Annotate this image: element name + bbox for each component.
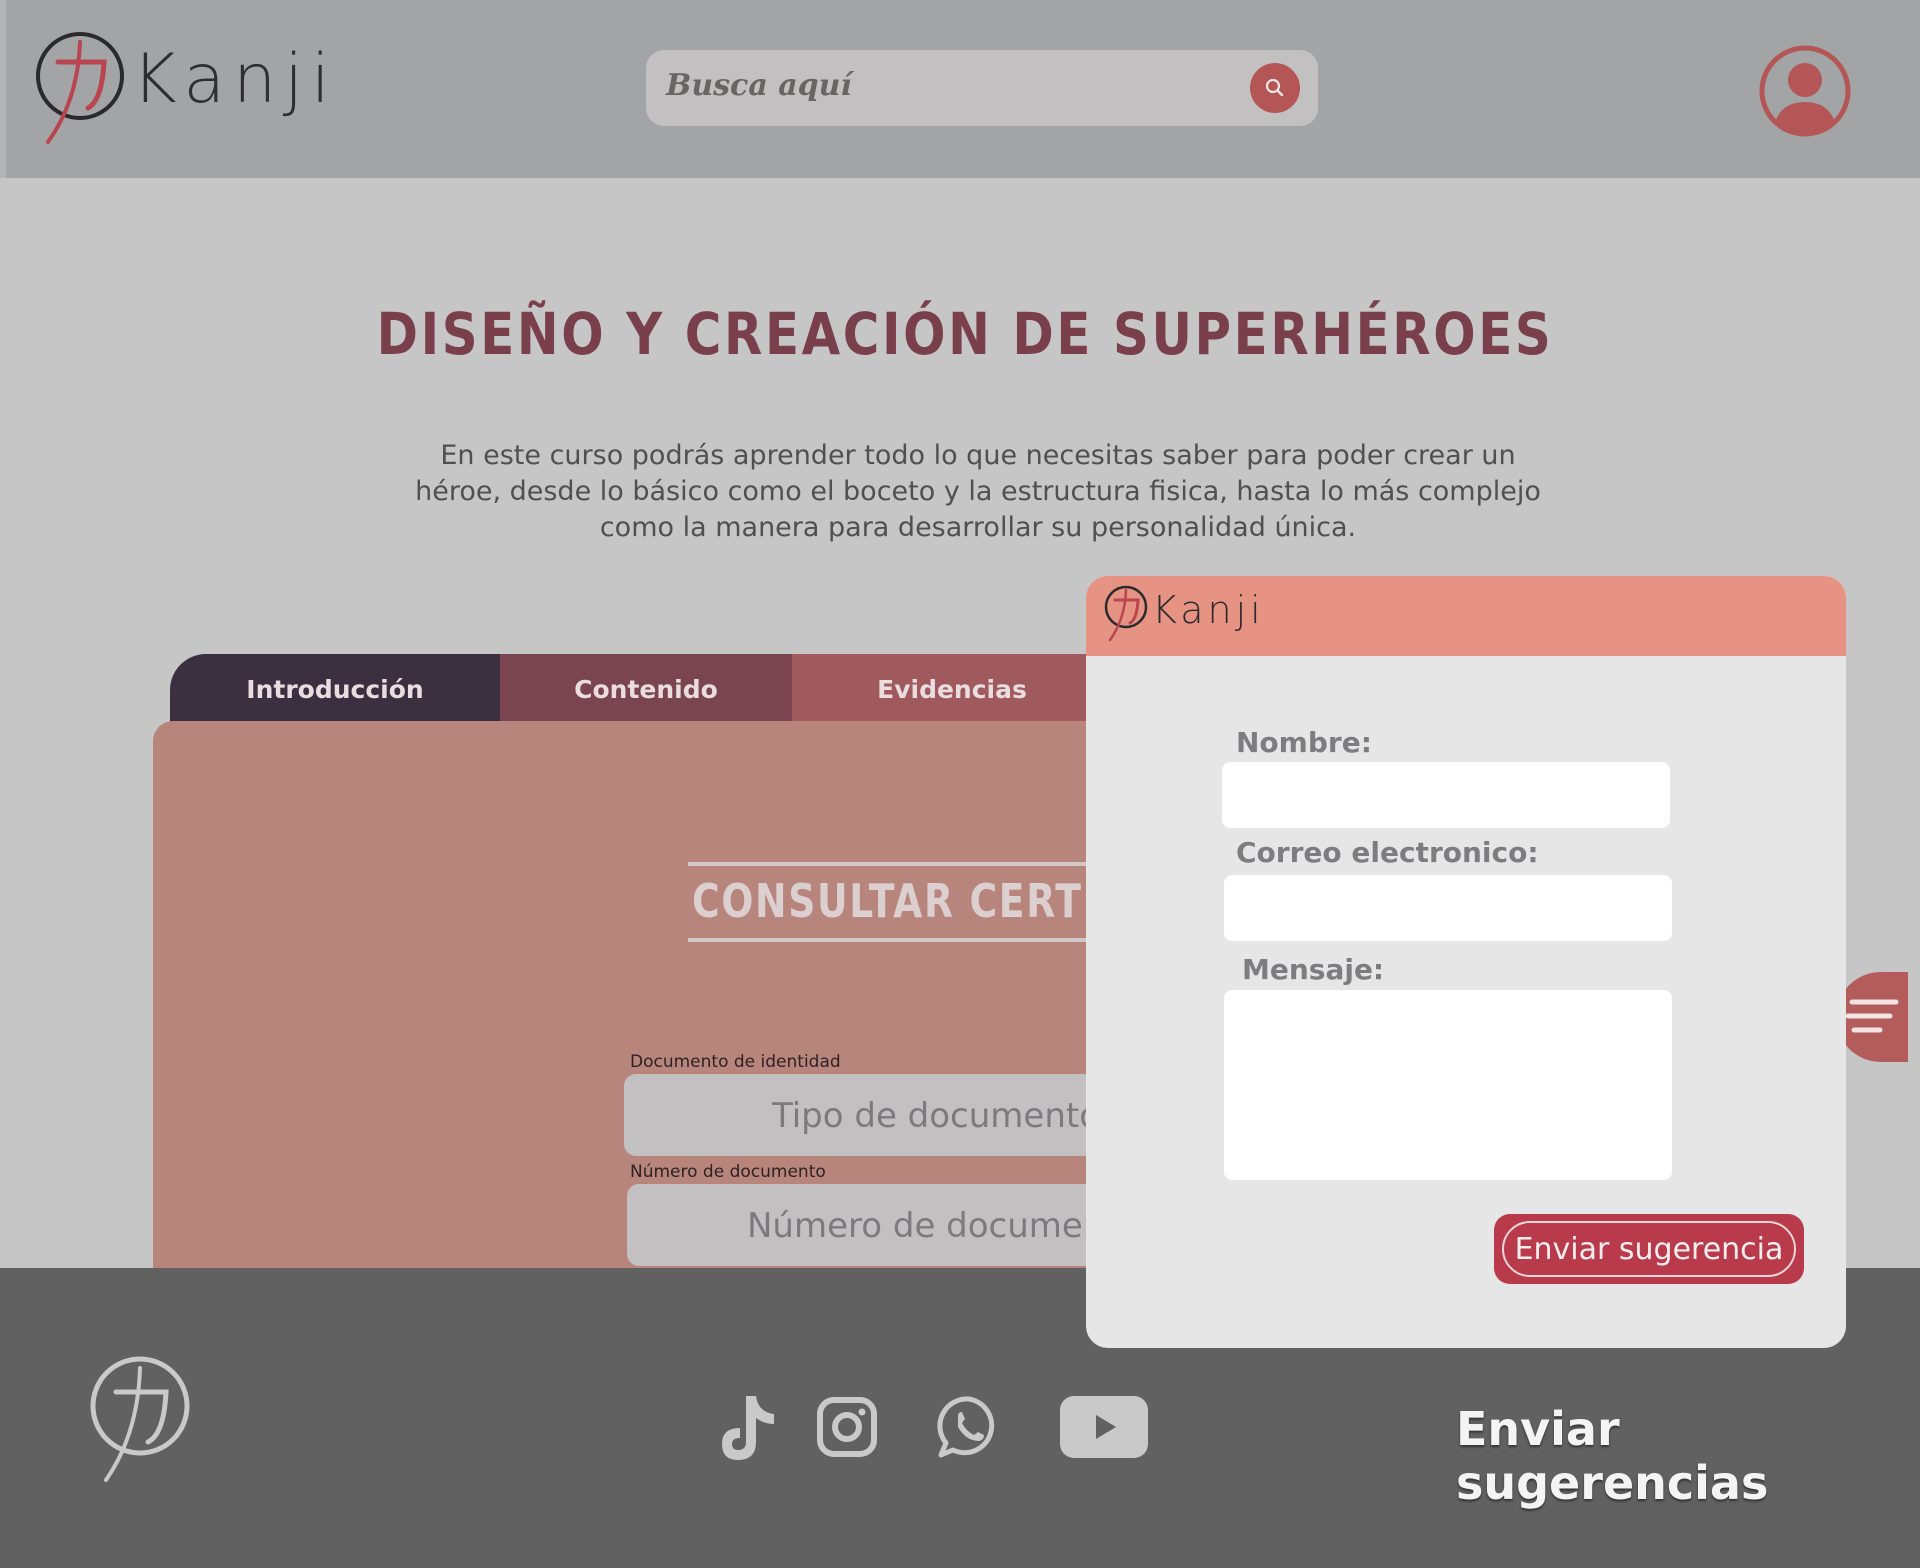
kanji-logo-icon	[1104, 585, 1148, 642]
name-label: Nombre:	[1236, 726, 1372, 759]
send-suggestions-link[interactable]: Enviar sugerencias	[1456, 1402, 1920, 1510]
email-label: Correo electronico:	[1236, 836, 1539, 869]
whatsapp-link[interactable]	[936, 1394, 1002, 1464]
search-button[interactable]	[1250, 63, 1300, 113]
menu-icon	[1845, 999, 1899, 1033]
document-number-placeholder: Número de document	[747, 1206, 1118, 1246]
modal-header: Kanji	[1086, 576, 1846, 656]
search-input[interactable]: Busca aquí	[666, 68, 852, 103]
top-header: Kanji Busca aquí	[0, 0, 1920, 178]
kanji-logo-icon	[90, 1356, 190, 1482]
instagram-link[interactable]	[816, 1396, 878, 1462]
floating-menu-button[interactable]	[1836, 972, 1908, 1062]
kanji-logo-icon	[36, 32, 124, 144]
page-title: DISEÑO Y CREACIÓN DE SUPERHÉROES	[376, 300, 1554, 368]
whatsapp-icon	[937, 1396, 995, 1458]
tiktok-icon	[722, 1396, 774, 1460]
youtube-icon	[1060, 1396, 1148, 1458]
tab-evidencias[interactable]: Evidencias	[792, 654, 1112, 724]
document-type-label: Documento de identidad	[630, 1052, 841, 1072]
header-edge	[0, 0, 6, 178]
youtube-link[interactable]	[1060, 1396, 1148, 1462]
search-bar[interactable]: Busca aquí	[646, 50, 1318, 126]
course-description: En este curso podrás aprender todo lo qu…	[415, 440, 1541, 543]
tab-contenido[interactable]: Contenido	[500, 654, 792, 724]
document-number-label: Número de documento	[630, 1162, 826, 1182]
search-icon	[1265, 78, 1284, 97]
document-type-select[interactable]: Tipo de documento	[624, 1074, 1144, 1156]
send-suggestion-label: Enviar sugerencia	[1502, 1221, 1796, 1277]
footer-logo[interactable]	[86, 1354, 196, 1484]
name-field[interactable]	[1222, 762, 1670, 828]
certificate-title-text: CONSULTAR CERTIFICA	[692, 874, 1148, 928]
user-account-button[interactable]	[1758, 44, 1852, 138]
send-suggestion-button[interactable]: Enviar sugerencia	[1494, 1214, 1804, 1284]
brand-name: Kanji	[132, 40, 338, 119]
instagram-icon	[817, 1397, 877, 1457]
document-number-input[interactable]: Número de document	[627, 1184, 1147, 1266]
user-icon	[1759, 45, 1851, 137]
modal-brand-name: Kanji	[1152, 588, 1265, 632]
tab-introduccion[interactable]: Introducción	[170, 654, 500, 724]
suggestion-modal: Kanji Nombre: Correo electronico: Mensaj…	[1086, 576, 1846, 1348]
message-label: Mensaje:	[1242, 953, 1385, 986]
message-field[interactable]	[1224, 990, 1672, 1180]
brand-logo[interactable]: Kanji	[36, 30, 330, 150]
document-type-placeholder: Tipo de documento	[772, 1096, 1101, 1136]
email-field[interactable]	[1224, 875, 1672, 941]
certificate-section-title: CONSULTAR CERTIFICA	[688, 862, 1148, 942]
tiktok-link[interactable]	[716, 1392, 780, 1468]
